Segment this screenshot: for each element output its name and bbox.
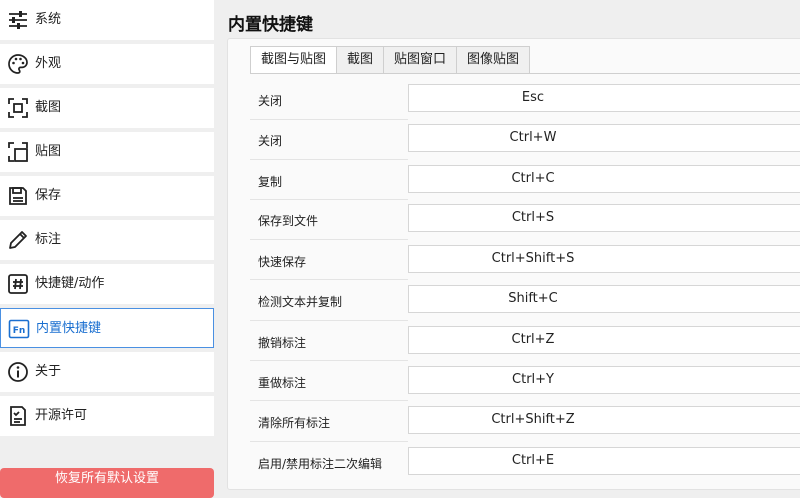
shortcut-row: 复制 Ctrl+C xyxy=(250,165,800,199)
tab-divider xyxy=(250,73,800,74)
shortcut-label: 清除所有标注 xyxy=(258,416,331,430)
sidebar-item-label: 系统 xyxy=(35,12,62,27)
shortcut-row: 启用/禁用标注二次编辑 Ctrl+E xyxy=(250,447,800,481)
shortcut-label: 启用/禁用标注二次编辑 xyxy=(258,457,383,471)
sidebar-item-label: 快捷键/动作 xyxy=(35,276,105,291)
shortcut-row: 快速保存 Ctrl+Shift+S xyxy=(250,245,800,279)
sliders-icon xyxy=(6,8,30,32)
row-divider xyxy=(250,159,408,160)
tab-screenshot-and-pin[interactable]: 截图与贴图 xyxy=(250,46,338,74)
sidebar-item-save[interactable]: 保存 xyxy=(0,176,214,216)
shortcut-key-field[interactable]: Esc xyxy=(408,84,800,112)
tab-pin-window[interactable]: 贴图窗口 xyxy=(384,46,458,74)
pin-image-icon xyxy=(6,140,30,164)
tab-screenshot[interactable]: 截图 xyxy=(337,46,385,74)
sidebar-item-builtin-hotkeys[interactable]: Fn 内置快捷键 xyxy=(0,308,214,348)
sidebar-item-hotkeys[interactable]: 快捷键/动作 xyxy=(0,264,214,304)
sidebar-item-label: 贴图 xyxy=(35,144,62,159)
shortcut-row: 重做标注 Ctrl+Y xyxy=(250,366,800,400)
sidebar-item-license[interactable]: 开源许可 xyxy=(0,396,214,436)
row-divider xyxy=(250,239,408,240)
sidebar-item-label: 截图 xyxy=(35,100,62,115)
page-title: 内置快捷键 xyxy=(228,15,313,35)
license-icon xyxy=(6,404,30,428)
shortcut-row: 保存到文件 Ctrl+S xyxy=(250,204,800,238)
sidebar-item-pin[interactable]: 贴图 xyxy=(0,132,214,172)
info-icon xyxy=(6,360,30,384)
screenshot-frame-icon xyxy=(6,96,30,120)
tab-bar: 截图与贴图 截图 贴图窗口 图像贴图 xyxy=(250,46,531,74)
shortcut-label: 关闭 xyxy=(258,94,283,108)
restore-defaults-button[interactable]: 恢复所有默认设置 xyxy=(0,468,214,498)
shortcut-label: 撤销标注 xyxy=(258,336,307,350)
sidebar-item-annotate[interactable]: 标注 xyxy=(0,220,214,260)
sidebar-item-about[interactable]: 关于 xyxy=(0,352,214,392)
shortcut-key-field[interactable]: Ctrl+C xyxy=(408,165,800,193)
shortcut-row: 关闭 Esc xyxy=(250,84,800,118)
sidebar-item-label: 内置快捷键 xyxy=(36,321,102,336)
shortcut-label: 复制 xyxy=(258,175,283,189)
row-divider xyxy=(250,119,408,120)
sidebar-item-system[interactable]: 系统 xyxy=(0,0,214,40)
shortcut-key-field[interactable]: Ctrl+W xyxy=(408,124,800,152)
row-divider xyxy=(250,441,408,442)
row-divider xyxy=(250,279,408,280)
palette-icon xyxy=(6,52,30,76)
row-divider xyxy=(250,320,408,321)
row-divider xyxy=(250,360,408,361)
sidebar-item-label: 开源许可 xyxy=(35,408,88,423)
shortcut-key-field[interactable]: Ctrl+Y xyxy=(408,366,800,394)
shortcut-key-field[interactable]: Ctrl+Z xyxy=(408,326,800,354)
shortcut-key-field[interactable]: Ctrl+E xyxy=(408,447,800,475)
shortcut-label: 关闭 xyxy=(258,134,283,148)
shortcut-key-field[interactable]: Shift+C xyxy=(408,285,800,313)
hash-icon xyxy=(6,272,30,296)
shortcut-row: 检测文本并复制 Shift+C xyxy=(250,285,800,319)
sidebar-item-label: 外观 xyxy=(35,56,62,71)
row-divider xyxy=(250,400,408,401)
fn-key-icon: Fn xyxy=(7,317,31,341)
shortcut-label: 快速保存 xyxy=(258,255,307,269)
shortcut-row: 关闭 Ctrl+W xyxy=(250,124,800,158)
sidebar-item-label: 保存 xyxy=(35,188,62,203)
row-divider xyxy=(250,199,408,200)
shortcut-row: 清除所有标注 Ctrl+Shift+Z xyxy=(250,406,800,440)
svg-text:Fn: Fn xyxy=(13,326,26,336)
shortcut-label: 检测文本并复制 xyxy=(258,295,343,309)
sidebar-item-label: 标注 xyxy=(35,232,62,247)
save-icon xyxy=(6,184,30,208)
sidebar-item-appearance[interactable]: 外观 xyxy=(0,44,214,84)
shortcut-row: 撤销标注 Ctrl+Z xyxy=(250,326,800,360)
shortcut-key-field[interactable]: Ctrl+Shift+S xyxy=(408,245,800,273)
sidebar-item-label: 关于 xyxy=(35,364,62,379)
sidebar: 系统 外观 截图 贴图 保存 标注 快捷键/动作 Fn 内置快捷键 关于 开源许… xyxy=(0,0,216,498)
shortcut-key-field[interactable]: Ctrl+Shift+Z xyxy=(408,406,800,434)
shortcut-label: 重做标注 xyxy=(258,376,307,390)
shortcut-key-field[interactable]: Ctrl+S xyxy=(408,204,800,232)
tab-image-pin[interactable]: 图像贴图 xyxy=(457,46,531,74)
pencil-icon xyxy=(6,228,30,252)
shortcut-label: 保存到文件 xyxy=(258,214,319,228)
sidebar-item-screenshot[interactable]: 截图 xyxy=(0,88,214,128)
